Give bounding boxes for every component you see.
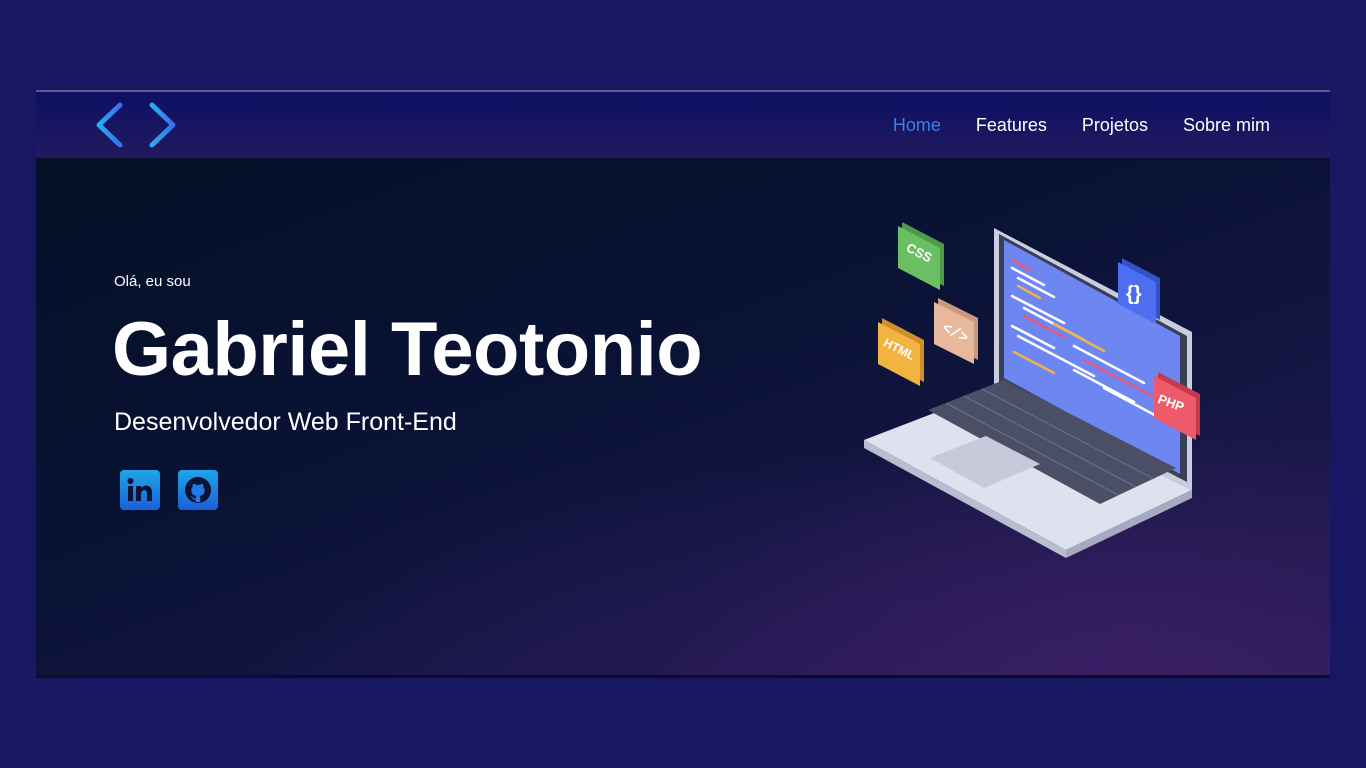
- linkedin-icon: [127, 478, 152, 501]
- linkedin-link[interactable]: [120, 470, 160, 510]
- html-badge: HTML: [878, 318, 924, 386]
- hero-greeting: Olá, eu sou: [114, 273, 191, 290]
- nav-home[interactable]: Home: [875, 92, 958, 160]
- code-brackets-icon[interactable]: [94, 100, 178, 150]
- nav-projetos[interactable]: Projetos: [1082, 92, 1148, 158]
- css-badge: CSS: [898, 222, 944, 290]
- nav-features[interactable]: Features: [976, 92, 1047, 158]
- site-frame: Home Features Projetos Sobre mim Olá, eu…: [36, 90, 1330, 678]
- hero-name: Gabriel Teotonio: [112, 307, 703, 392]
- nav-sobre-mim[interactable]: Sobre mim: [1183, 92, 1270, 158]
- braces-badge-label: {}: [1126, 283, 1142, 305]
- github-link[interactable]: [178, 470, 218, 510]
- social-links: [120, 470, 236, 510]
- hero-role: Desenvolvedor Web Front-End: [114, 408, 457, 436]
- github-icon: [185, 477, 211, 503]
- navbar: Home Features Projetos Sobre mim: [36, 92, 1330, 160]
- tag-badge: </>: [934, 298, 978, 364]
- hero-section: Olá, eu sou Gabriel Teotonio Desenvolved…: [36, 158, 1330, 675]
- main-nav: Home Features Projetos Sobre mim: [858, 92, 1270, 160]
- laptop-illustration: CSS HTML </> {} PHP: [864, 222, 1200, 558]
